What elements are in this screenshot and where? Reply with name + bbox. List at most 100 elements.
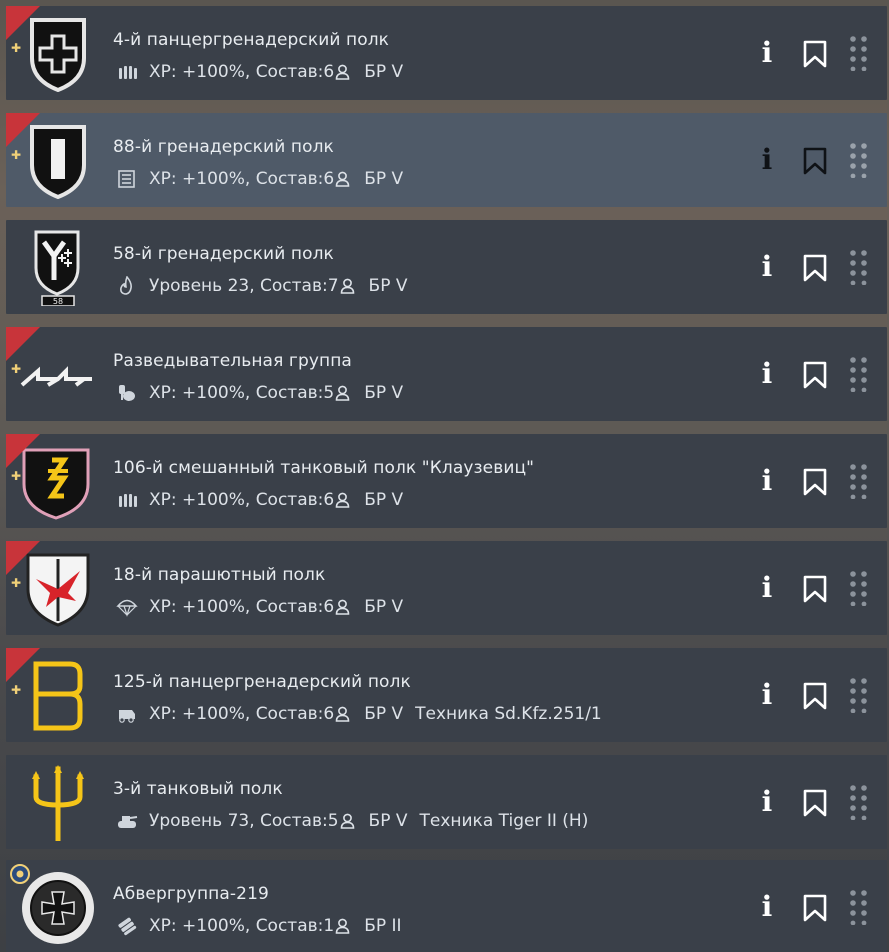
info-button[interactable]: i [757,787,777,817]
bookmark-button[interactable] [802,40,828,68]
squad-stat: XP: +100% [149,916,245,936]
drag-handle[interactable] [849,677,869,713]
drag-handle[interactable] [849,249,869,285]
squad-row[interactable]: ✚ 125-й панцергренадерский полк XP: +100… [6,648,887,742]
drag-handle[interactable] [849,142,869,178]
drag-handle[interactable] [849,356,869,392]
squad-name: 88-й гренадерский полк [113,137,334,157]
event-badge-icon [10,864,30,884]
squad-row[interactable]: ✚ Разведывательная группа XP: +100%, Сос… [6,327,887,421]
premium-badge: ✚ [6,434,40,483]
drag-handle[interactable] [849,463,869,499]
parachute-icon [116,597,138,617]
info-button[interactable]: i [757,145,777,175]
person-icon [340,278,355,294]
bookmark-button[interactable] [802,361,828,389]
squad-name: 106-й смешанный танковый полк "Клаузевиц… [113,458,535,478]
bookmark-button[interactable] [802,147,828,175]
premium-badge: ✚ [6,327,40,376]
squad-meta: XP: +100%, Состав:6 БР V Техника Sd.Kfz.… [116,702,602,726]
squad-row[interactable]: Абвергруппа-219 XP: +100%, Состав:1 БР I… [6,860,887,952]
bookmark-button[interactable] [802,468,828,496]
bookmark-button[interactable] [802,789,828,817]
battle-rating: БР V [368,276,408,296]
premium-star-icon: ✚ [10,362,22,376]
battle-rating: БР V [364,704,404,724]
squad-size: Состав:7 [260,276,339,296]
premium-star-icon: ✚ [10,41,22,55]
squad-meta: XP: +100%, Состав:6 БР V [116,167,415,191]
grenade-bundle-icon [116,916,138,936]
drag-handle[interactable] [849,35,869,71]
row-actions: i [745,34,873,72]
squad-size: Состав:6 [255,704,335,724]
person-icon [335,706,350,722]
squad-name: Абвергруппа-219 [113,884,269,904]
squad-stat: XP: +100% [149,597,245,617]
info-button[interactable]: i [757,359,777,389]
premium-star-icon: ✚ [10,469,22,483]
bookmark-button[interactable] [802,254,828,282]
flame-icon [116,276,138,296]
premium-badge: ✚ [6,113,40,162]
battle-rating: БР V [364,490,404,510]
grenade-icon [116,383,138,403]
premium-star-icon: ✚ [10,576,22,590]
squad-stat: XP: +100% [149,169,245,189]
squad-size: Состав:6 [255,490,335,510]
drag-handle[interactable] [849,889,869,925]
squad-name: 18-й парашютный полк [113,565,326,585]
squad-row[interactable]: ✚ 106-й смешанный танковый полк "Клаузев… [6,434,887,528]
info-button[interactable]: i [757,573,777,603]
squad-size: Состав:1 [255,916,335,936]
battle-rating: БР V [364,383,404,403]
person-icon [335,599,350,615]
battle-rating: БР V [364,62,404,82]
tank-icon [116,811,138,831]
person-icon [335,64,350,80]
bookmark-button[interactable] [802,575,828,603]
squad-row[interactable]: ✚ 4-й панцергренадерский полк XP: +100%,… [6,6,887,100]
battle-rating: БР II [364,916,402,936]
squad-name: 4-й панцергренадерский полк [113,30,390,50]
vehicle-label: Техника Sd.Kfz.251/1 [415,704,602,724]
squad-meta: XP: +100%, Состав:6 БР V [116,488,415,512]
halftrack-icon [116,704,138,724]
premium-star-icon: ✚ [10,148,22,162]
squad-row[interactable]: 58 58-й гренадерский полк Уровень 23, Со… [6,220,887,314]
info-button[interactable]: i [757,892,777,922]
row-actions: i [745,141,873,179]
info-button[interactable]: i [757,680,777,710]
emblem-number: 58 [53,297,63,306]
bookmark-button[interactable] [802,682,828,710]
premium-badge: ✚ [6,648,40,697]
squad-stat: Уровень 73 [149,811,250,831]
battle-rating: БР V [364,597,404,617]
ammo-belt-icon [116,62,138,82]
squad-emblem [18,868,98,946]
squad-size: Состав:6 [255,169,335,189]
bookmark-button[interactable] [802,894,828,922]
drag-handle[interactable] [849,570,869,606]
row-actions: i [745,355,873,393]
squad-row[interactable]: ✚ 18-й парашютный полк XP: +100%, Состав… [6,541,887,635]
squad-meta: XP: +100%, Состав:1 БР II [116,914,414,938]
squad-row[interactable]: ✚ 88-й гренадерский полк XP: +100%, Сост… [6,113,887,207]
row-actions: i [745,569,873,607]
drag-handle[interactable] [849,784,869,820]
squad-size: Состав:6 [255,62,335,82]
premium-badge: ✚ [6,541,40,590]
squad-row[interactable]: 3-й танковый полк Уровень 73, Состав:5 Б… [6,755,887,849]
info-button[interactable]: i [757,252,777,282]
squad-stat: XP: +100% [149,704,245,724]
squad-stat: XP: +100% [149,62,245,82]
battle-rating: БР V [364,169,404,189]
info-button[interactable]: i [757,466,777,496]
squad-emblem: 58 [18,228,98,306]
person-icon [335,171,350,187]
squad-list: ✚ 4-й панцергренадерский полк XP: +100%,… [0,0,889,952]
info-button[interactable]: i [757,38,777,68]
squad-meta: XP: +100%, Состав:6 БР V [116,595,415,619]
row-actions: i [745,248,873,286]
squad-emblem [18,763,98,841]
